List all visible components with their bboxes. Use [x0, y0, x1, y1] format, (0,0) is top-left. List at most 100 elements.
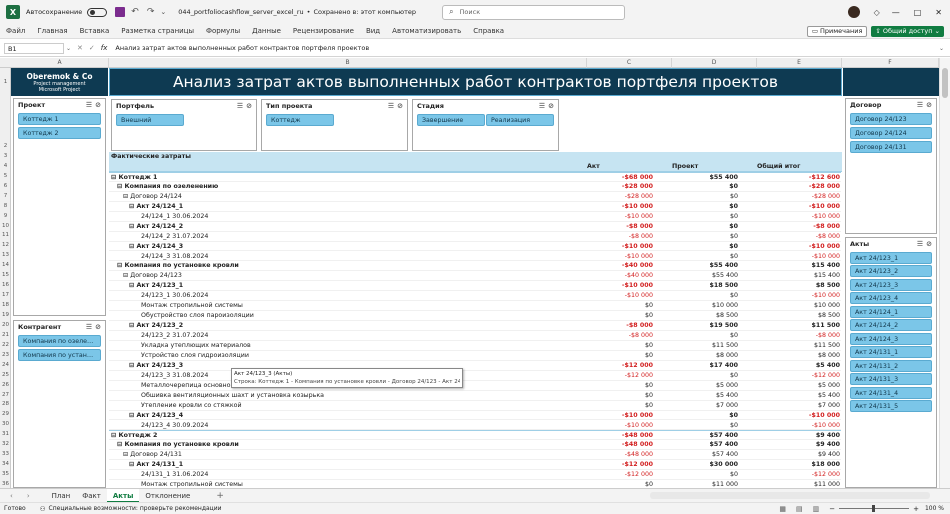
menu-file[interactable]: Файл — [0, 27, 31, 35]
slicer-acts[interactable]: Акты ☰ ⊘ Акт 24/123_1 Акт 24/123_2 Акт 24/12… — [845, 237, 937, 488]
slicer-item[interactable]: Акт 24/124_1 — [850, 305, 932, 318]
multiselect-icon[interactable]: ☰ — [917, 240, 923, 248]
pivot-value-act[interactable]: -$10 000 — [593, 242, 653, 252]
function-icon[interactable]: fx — [101, 44, 108, 52]
worksheet-grid[interactable]: Oberemok & Co Project management Microso… — [11, 68, 939, 488]
pivot-value-total[interactable]: -$10 000 — [780, 252, 840, 262]
pivot-row[interactable]: Устройство слоя гидроизоляции $0 $8 000 $8 … — [109, 351, 841, 361]
slicer-item[interactable]: Акт 24/124_3 — [850, 332, 932, 345]
pivot-row-label[interactable]: 24/123_4 30.09.2024 — [141, 421, 208, 431]
column-header[interactable]: A — [11, 58, 109, 68]
pivot-value-act[interactable]: $0 — [593, 311, 653, 321]
pivot-value-project[interactable]: $0 — [678, 192, 738, 202]
pivot-header-total[interactable]: Общий итог — [757, 162, 800, 172]
pivot-row-label[interactable]: 24/123_1 30.06.2024 — [141, 291, 208, 301]
menu-formulas[interactable]: Формулы — [200, 27, 246, 35]
slicer-stage[interactable]: Стадия ☰ ⊘ Завершение Реализация — [412, 99, 559, 151]
zoom-in-icon[interactable]: + — [913, 505, 919, 513]
formula-content[interactable]: Анализ затрат актов выполненных работ ко… — [115, 44, 369, 52]
pivot-value-act[interactable]: -$8 000 — [593, 222, 653, 232]
pivot-row-label[interactable]: 24/124_3 31.08.2024 — [141, 252, 208, 262]
row-header[interactable]: 9 — [0, 212, 11, 222]
pivot-row-label[interactable]: ⊟ Договор 24/131 — [123, 450, 182, 460]
pivot-row[interactable]: Монтаж стропильной системы $0 $10 000 $10 0… — [109, 301, 841, 312]
slicer-item[interactable]: Акт 24/131_1 — [850, 346, 932, 358]
pivot-value-project[interactable]: $0 — [678, 182, 738, 192]
pivot-row-label[interactable]: Утепление кровли со стяжкой — [141, 401, 242, 411]
pivot-value-total[interactable]: $10 000 — [780, 301, 840, 311]
name-box[interactable]: B1 — [4, 42, 64, 54]
row-header[interactable]: 1 — [0, 78, 11, 88]
slicer-item[interactable]: Акт 24/131_3 — [850, 373, 932, 385]
slicer-item[interactable]: Коттедж — [266, 114, 334, 126]
row-header[interactable]: 23 — [0, 351, 11, 361]
page-layout-icon[interactable]: ▤ — [796, 505, 803, 513]
pivot-value-project[interactable]: $57 400 — [678, 450, 738, 460]
pivot-row[interactable]: Металлочерепица основной $0 $5 000 $5 000 — [109, 381, 841, 391]
row-header[interactable]: 19 — [0, 311, 11, 321]
pivot-value-project[interactable]: $18 500 — [678, 281, 738, 291]
column-header[interactable]: F — [842, 58, 939, 68]
pivot-value-project[interactable]: $0 — [678, 202, 738, 212]
ribbon-diamond-icon[interactable]: ◇ — [874, 8, 880, 17]
row-header[interactable]: 2 — [0, 142, 11, 152]
pivot-value-project[interactable]: $0 — [678, 222, 738, 232]
pivot-value-project[interactable]: $11 000 — [678, 480, 738, 488]
tab-fact[interactable]: Факт — [76, 489, 107, 503]
pivot-value-total[interactable]: $11 500 — [780, 341, 840, 351]
pivot-row-label[interactable]: ⊟ Акт 24/123_1 — [129, 281, 183, 291]
slicer-item[interactable]: Акт 24/123_2 — [850, 265, 932, 277]
pivot-row-label[interactable]: Металлочерепица основной — [141, 381, 235, 391]
slicer-item[interactable]: Договор 24/131 — [850, 141, 932, 153]
add-sheet-icon[interactable]: + — [216, 491, 224, 501]
pivot-value-total[interactable]: $18 000 — [780, 460, 840, 470]
pivot-row[interactable]: Укладка утеплющих материалов $0 $11 500 $11… — [109, 341, 841, 351]
multiselect-icon[interactable]: ☰ — [86, 101, 92, 109]
clear-filter-icon[interactable]: ⊘ — [926, 101, 932, 109]
row-header[interactable]: 11 — [0, 231, 11, 241]
pivot-row-label[interactable]: 24/124_2 31.07.2024 — [141, 232, 208, 242]
slicer-item[interactable]: Договор 24/123 — [850, 113, 932, 125]
menu-help[interactable]: Справка — [467, 27, 510, 35]
row-header[interactable]: 10 — [0, 222, 11, 232]
pivot-row[interactable]: ⊟ Договор 24/123 -$40 000 $55 400 $15 400 — [109, 271, 841, 282]
pivot-row-label[interactable]: ⊟ Компания по озеленению — [117, 182, 218, 192]
comments-button[interactable]: ▭ Примечания — [806, 25, 868, 37]
row-header[interactable]: 17 — [0, 291, 11, 301]
pivot-row[interactable]: ⊟ Коттедж 1 -$68 000 $55 400 -$12 600 — [109, 172, 841, 182]
pivot-row-label[interactable]: Устройство слоя гидроизоляции — [141, 351, 249, 361]
menu-view[interactable]: Вид — [360, 27, 386, 35]
pivot-value-total[interactable]: -$10 000 — [780, 411, 840, 421]
pivot-row-label[interactable]: ⊟ Акт 24/124_1 — [129, 202, 183, 212]
pivot-value-act[interactable]: -$12 000 — [593, 470, 653, 480]
slicer-portfolio[interactable]: Портфель ☰ ⊘ Внешний — [111, 99, 257, 151]
pivot-value-act[interactable]: -$40 000 — [593, 261, 653, 271]
clear-filter-icon[interactable]: ⊘ — [246, 102, 252, 110]
pivot-value-total[interactable]: -$10 000 — [780, 291, 840, 301]
slicer-item[interactable]: Акт 24/131_5 — [850, 400, 932, 412]
multiselect-icon[interactable]: ☰ — [539, 102, 545, 110]
tab-acts[interactable]: Акты — [106, 488, 140, 503]
pivot-value-act[interactable]: $0 — [593, 391, 653, 401]
pivot-value-total[interactable]: $8 500 — [780, 281, 840, 291]
pivot-value-act[interactable]: -$40 000 — [593, 271, 653, 281]
pivot-row[interactable]: Обшивка вентиляционных шахт и установка … — [109, 391, 841, 401]
pivot-row-label[interactable]: ⊟ Компания по установке кровли — [117, 261, 239, 271]
pivot-row[interactable]: ⊟ Акт 24/123_3 -$12 000 $17 400 $5 400 — [109, 361, 841, 371]
cancel-icon[interactable]: ✕ — [77, 44, 83, 52]
pivot-row[interactable]: ⊟ Акт 24/124_2 -$8 000 $0 -$8 000 — [109, 222, 841, 232]
pivot-value-act[interactable]: -$10 000 — [593, 291, 653, 301]
pivot-value-project[interactable]: $0 — [678, 252, 738, 262]
pivot-value-act[interactable]: -$10 000 — [593, 281, 653, 291]
expand-formula-icon[interactable]: ⌄ — [939, 45, 944, 52]
row-header[interactable]: 7 — [0, 192, 11, 202]
pivot-value-project[interactable]: $17 400 — [678, 361, 738, 371]
pivot-value-project[interactable]: $10 000 — [678, 301, 738, 311]
pivot-value-act[interactable]: $0 — [593, 301, 653, 311]
pivot-row-label[interactable]: 24/131_1 31.06.2024 — [141, 470, 208, 480]
row-header[interactable]: 32 — [0, 440, 11, 450]
pivot-value-project[interactable]: $0 — [678, 470, 738, 480]
pivot-value-act[interactable]: $0 — [593, 480, 653, 488]
row-header[interactable]: 35 — [0, 470, 11, 480]
pivot-row-label[interactable]: Обустройство слоя пароизоляции — [141, 311, 254, 321]
